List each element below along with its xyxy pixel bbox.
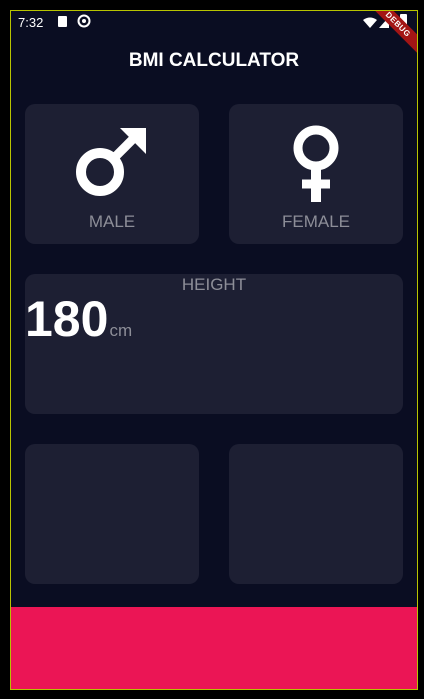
height-unit: cm [109,321,133,340]
sd-card-icon [58,16,67,27]
female-card[interactable]: FEMALE [229,104,403,244]
female-symbol-icon [276,124,356,209]
male-symbol-icon [72,124,152,209]
app-title: BMI CALCULATOR [128,50,300,71]
age-card [229,444,403,584]
calculate-button[interactable] [11,607,417,689]
sync-icon [77,14,91,31]
height-readout: 180 cm [25,294,132,344]
height-card: HEIGHT 180 cm [25,274,403,414]
wifi-icon [363,16,377,31]
app-bar: BMI CALCULATOR [11,35,417,87]
status-time: 7:32 [18,15,44,30]
male-label: MALE [88,212,136,231]
height-value: 180 [25,291,109,347]
female-label: FEMALE [281,212,351,231]
weight-card [25,444,199,584]
status-bar: 7:32 DEBUG [11,11,417,61]
male-card[interactable]: MALE [25,104,199,244]
app-screen: 7:32 DEBUG BMI CALCULATOR MALE FEMALE HE… [10,10,418,690]
